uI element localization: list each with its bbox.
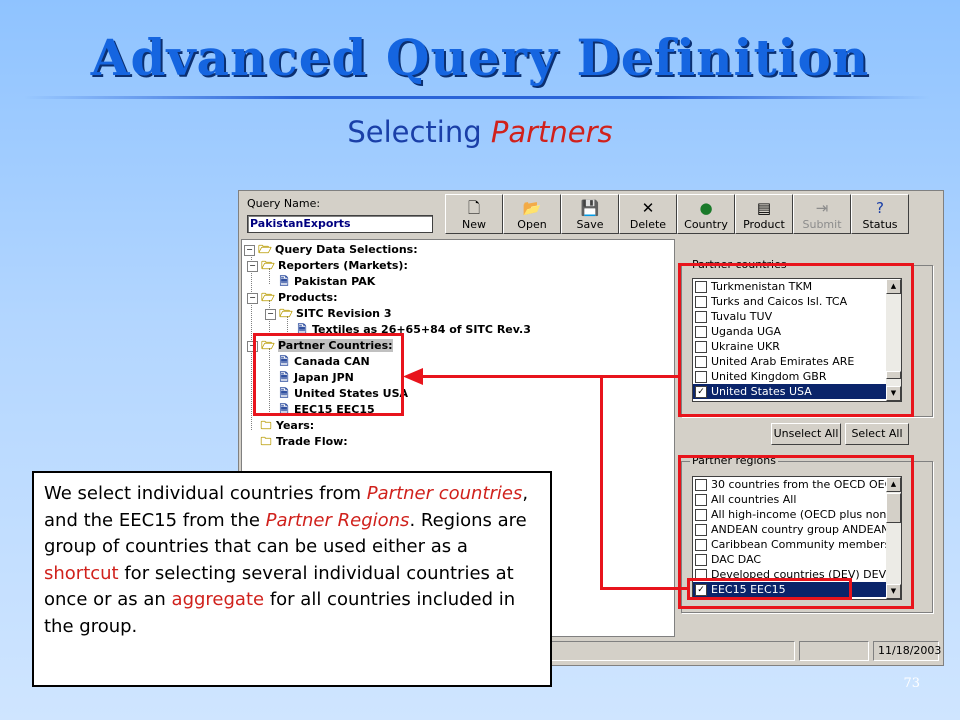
arrow-head-icon [403,368,423,385]
tree-products-label: Products: [278,291,338,304]
note-text: We select individual countries from [44,483,367,504]
delete-button-label: Delete [629,217,667,231]
title-divider [24,96,930,99]
tree-trade-flow-label: Trade Flow: [276,435,348,448]
delete-button[interactable]: ✕ Delete [619,194,677,234]
globe-icon: ● [699,198,713,217]
tree-reporter-item-label: Pakistan PAK [294,275,376,288]
submit-button-label: Submit [802,217,842,231]
query-name-label: Query Name: [247,197,321,210]
save-button-label: Save [576,217,604,231]
open-folder-icon: 🗁 [261,291,275,304]
product-button-label: Product [743,217,785,231]
closed-folder-icon: 🗀 [260,419,272,432]
save-button[interactable]: 💾 Save [561,194,619,234]
slide-subtitle: Selecting Partners [0,115,960,149]
note-emphasis: shortcut [44,562,119,584]
arrow-line [420,375,678,378]
help-status-icon: ? [876,198,884,217]
partner-countries-highlight [678,263,914,417]
product-icon: ▤ [756,198,772,217]
tree-reporter-item[interactable]: 🗎 Pakistan PAK [277,274,376,289]
floppy-disk-icon: 💾 [580,198,600,217]
open-folder-icon: 🗁 [258,243,272,256]
open-button-label: Open [517,217,547,231]
tree-root[interactable]: − 🗁 Query Data Selections: [244,242,418,257]
document-icon: 🗎 [279,275,289,288]
arrow-line [600,587,687,590]
tree-partners-highlight [253,333,404,416]
closed-folder-icon: 🗀 [260,435,272,448]
tree-products[interactable]: − 🗁 Products: [247,290,337,305]
country-button[interactable]: ● Country [677,194,735,234]
open-folder-icon: 🗁 [279,307,293,320]
note-emphasis: aggregate [171,589,265,610]
status-button[interactable]: ? Status [851,194,909,234]
unselect-all-button[interactable]: Unselect All [771,423,841,445]
tree-trade-flow[interactable]: 🗀 Trade Flow: [259,434,348,449]
status-button-label: Status [862,217,898,231]
note-emphasis: Partner Regions [265,509,410,531]
country-button-label: Country [684,217,728,231]
submit-button[interactable]: ⇥ Submit [793,194,851,234]
tree-years-label: Years: [276,419,315,432]
new-button[interactable]: 🗋 New [445,194,503,234]
new-button-label: New [462,217,486,231]
select-all-button[interactable]: Select All [845,423,909,445]
eec15-highlight [687,578,852,600]
subtitle-prefix: Selecting [347,115,491,149]
status-date: 11/18/2003 [873,641,941,661]
page-number: 73 [903,676,920,691]
product-button[interactable]: ▤ Product [735,194,793,234]
delete-x-icon: ✕ [641,198,655,217]
tree-reporters[interactable]: − 🗁 Reporters (Markets): [247,258,408,273]
new-document-icon: 🗋 [467,198,481,217]
tree-sitc[interactable]: − 🗁 SITC Revision 3 [265,306,391,321]
tree-years[interactable]: 🗀 Years: [259,418,315,433]
tree-reporters-label: Reporters (Markets): [278,259,408,272]
status-cell [799,641,869,661]
tree-root-label: Query Data Selections: [275,243,418,256]
toolbar: 🗋 New 📂 Open 💾 Save ✕ Delete ● Country ▤ Produ… [445,194,909,236]
open-folder-icon: 📂 [522,198,542,217]
slide-title: Advanced Query Definition [90,28,870,87]
open-button[interactable]: 📂 Open [503,194,561,234]
query-name-input[interactable]: PakistanExports [247,215,433,233]
tree-sitc-label: SITC Revision 3 [296,307,392,320]
submit-icon: ⇥ [815,198,829,217]
note-emphasis: Partner countries [366,483,523,504]
subtitle-accent: Partners [490,115,613,149]
open-folder-icon: 🗁 [261,259,275,272]
arrow-line [600,375,603,590]
explanation-note: We select individual countries from Part… [32,471,552,687]
